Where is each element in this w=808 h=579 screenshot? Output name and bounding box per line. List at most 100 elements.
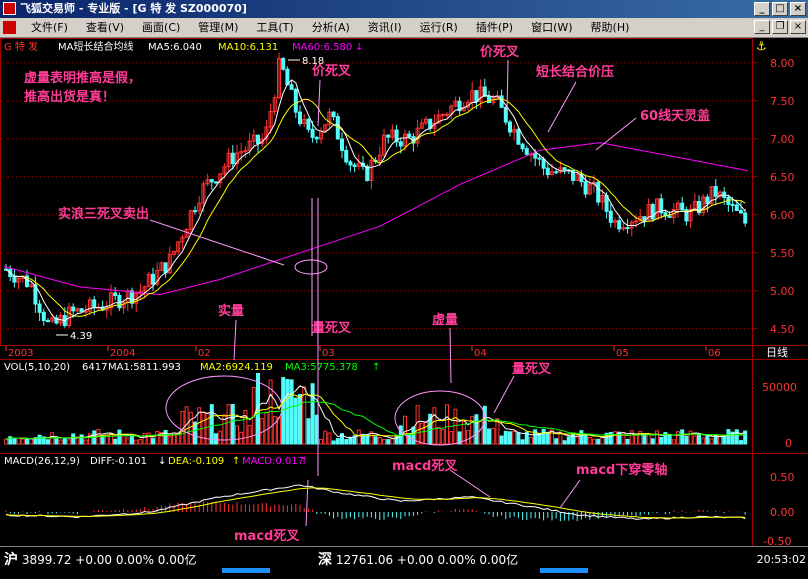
mdi-restore-button[interactable]: ❐ <box>772 20 788 34</box>
candle-body <box>520 143 525 150</box>
minimize-button[interactable]: _ <box>754 2 770 16</box>
annotation-false-volume-2: 虚量 <box>432 312 458 328</box>
period-label[interactable]: 日线 <box>766 345 788 359</box>
date-label: 02 <box>198 348 211 359</box>
chart-area[interactable]: 8.00 7.50 7.00 6.50 6.00 5.50 5.00 4.50 G 特 发 M… <box>0 38 808 548</box>
menu-item-8[interactable]: 插件(P) <box>467 18 522 37</box>
menu-item-1[interactable]: 查看(V) <box>77 18 133 37</box>
volume-bar <box>214 433 218 445</box>
volume-bar <box>415 405 420 445</box>
date-label: 03 <box>322 348 335 359</box>
volume-bar <box>16 437 21 445</box>
menu-item-3[interactable]: 管理(M) <box>189 18 247 37</box>
volume-bar <box>298 394 302 445</box>
volume-bar <box>629 430 634 445</box>
sh-index[interactable]: 沪 3899.72 +0.00 0.00% 0.00亿 <box>4 549 197 569</box>
candle-body <box>281 58 286 70</box>
sz-index[interactable]: 深 12761.06 +0.00 0.00% 0.00亿 <box>318 549 518 569</box>
volume-bar <box>596 438 601 445</box>
volume-bar <box>335 438 340 445</box>
volume-bar <box>692 435 697 445</box>
candle-body <box>79 308 84 313</box>
candle-body <box>487 95 491 104</box>
stock-chart[interactable]: 8.00 7.50 7.00 6.50 6.00 5.50 5.00 4.50 G 特 发 M… <box>0 38 808 548</box>
volume-bar <box>667 434 672 445</box>
menu-item-0[interactable]: 文件(F) <box>22 18 77 37</box>
volume-bar <box>680 429 685 445</box>
date-label: 06 <box>708 348 721 359</box>
low-label: 4.39 <box>70 331 92 342</box>
volume-bar <box>487 428 491 445</box>
date-label: 2004 <box>110 348 135 359</box>
menu-item-5[interactable]: 分析(A) <box>303 18 359 37</box>
menu-item-2[interactable]: 画面(C) <box>133 18 189 37</box>
candle-body <box>743 212 748 224</box>
volume-bar <box>134 439 139 445</box>
macd-dea: DEA:-0.109 <box>168 456 224 467</box>
volume-bar <box>705 435 710 445</box>
volume-bar <box>508 431 512 445</box>
volume-bar <box>62 438 67 445</box>
candle-body <box>37 303 42 313</box>
candle-body <box>41 311 46 322</box>
candle-body <box>680 202 685 211</box>
vol-up-arrow: ↑ <box>372 362 380 373</box>
volume-bar <box>356 429 361 445</box>
menu-item-4[interactable]: 工具(T) <box>247 18 302 37</box>
menu-bar: 文件(F) 查看(V) 画面(C) 管理(M) 工具(T) 分析(A) 资讯(I) 运行(R)… <box>0 18 808 38</box>
volume-bar <box>503 430 508 445</box>
volume-bar <box>676 431 680 445</box>
dea-up-arrow: ↑ <box>232 456 240 467</box>
price-tick-label: 6.00 <box>770 209 795 222</box>
macd-diff: DIFF:-0.101 <box>90 456 147 467</box>
candle-body <box>71 306 76 312</box>
volume-bar <box>306 418 311 445</box>
annotation-price-dead-cross-2: 价死叉 <box>480 45 520 60</box>
volume-bar <box>684 435 689 445</box>
candle-body <box>151 273 155 285</box>
annotation-macd-below-zero: macd下穿零轴 <box>576 462 667 478</box>
indicator-name: MA短长结合均线 <box>58 40 133 53</box>
menu-item-6[interactable]: 资讯(I) <box>359 18 411 37</box>
volume-bar <box>445 404 449 445</box>
annotations: 虚量表明推高是假， 推高出货是真！ 价死叉 价死叉 短长结合价压 60线天灵盖 … <box>24 45 710 544</box>
candle-body <box>440 114 445 117</box>
annotation-volume-dead-cross-2: 量死叉 <box>512 362 552 377</box>
volume-bar <box>79 434 84 445</box>
vol-label: VOL(5,10,20) <box>4 362 70 373</box>
volume-bar <box>583 433 588 445</box>
close-button[interactable]: × <box>790 2 806 16</box>
candle-body <box>739 210 743 214</box>
volume-bar <box>545 432 550 445</box>
macd-label: MACD(26,12,9) <box>4 456 80 467</box>
volume-bar <box>478 420 483 445</box>
volume-bar <box>12 437 17 445</box>
volume-bar <box>734 429 739 445</box>
candle-body <box>667 215 672 218</box>
menu-item-9[interactable]: 窗口(W) <box>522 18 581 37</box>
document-icon[interactable] <box>3 21 16 34</box>
anchor-icon[interactable]: ⚓ <box>756 39 767 53</box>
annotation-false-volume: 虚量表明推高是假， <box>24 70 141 86</box>
candle-body <box>625 227 630 230</box>
menu-item-7[interactable]: 运行(R) <box>411 18 467 37</box>
mdi-close-button[interactable]: × <box>790 20 806 34</box>
sh-volume-bar <box>222 568 270 573</box>
volume-bar <box>54 438 59 445</box>
vol-tick-zero: 0 <box>785 437 792 450</box>
candle-body <box>117 295 122 309</box>
candle-body <box>298 111 302 125</box>
menu-item-10[interactable]: 帮助(H) <box>582 18 639 37</box>
volume-bar <box>701 437 706 445</box>
macd-histogram <box>5 501 746 522</box>
maximize-button[interactable]: □ <box>772 2 788 16</box>
volume-bar <box>71 433 76 445</box>
mdi-minimize-button[interactable]: _ <box>754 20 770 34</box>
candle-body <box>516 128 521 145</box>
candle-body <box>734 204 739 212</box>
volume-bar <box>529 437 533 445</box>
annotation-price-dead-cross-1: 价死叉 <box>312 64 352 79</box>
candle-body <box>642 216 647 221</box>
volume-bar <box>516 432 521 445</box>
menu-items: 文件(F) 查看(V) 画面(C) 管理(M) 工具(T) 分析(A) 资讯(I) 运行(R)… <box>22 18 638 37</box>
